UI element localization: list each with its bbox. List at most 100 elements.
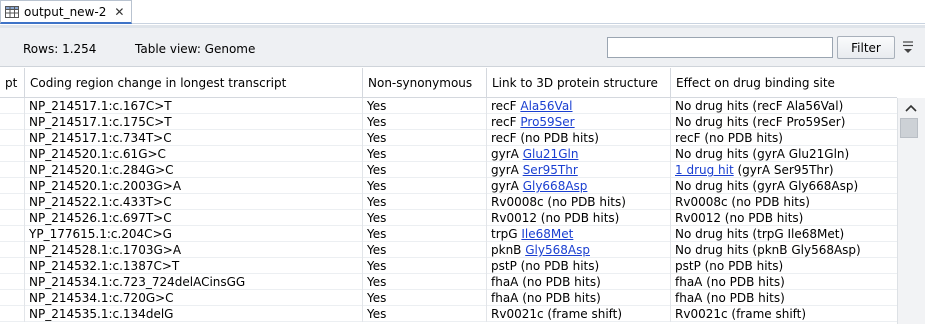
gene-label: Rv0008c (no PDB hits) [491,195,626,209]
filter-button[interactable]: Filter [837,36,895,59]
table-row[interactable]: NP_214532.1:c.1387C>T Yes pstP (no PDB hit… [0,258,897,274]
protein-structure-link[interactable]: Gly668Asp [523,179,588,193]
non-synonymous-cell: Yes [363,258,487,274]
table-row[interactable]: NP_214526.1:c.697T>C Yes Rv0012 (no PDB hi… [0,210,897,226]
non-synonymous-cell: Yes [363,290,487,306]
row-cell-truncated [0,178,25,194]
chevron-up-icon[interactable] [903,102,919,114]
drug-effect-suffix: (gyrA Ser95Thr) [733,163,834,177]
drug-effect-cell: recF (no PDB hits) [671,130,897,146]
gene-label: gyrA [491,163,523,177]
non-synonymous-cell: Yes [363,114,487,130]
gene-label: gyrA [491,179,523,193]
tab-strip: output_new-2 ✕ [0,0,925,24]
gene-label: recF (no PDB hits) [491,131,599,145]
table-row[interactable]: NP_214520.1:c.284G>C Yes gyrA Ser95Thr 1 dr… [0,162,897,178]
row-cell-truncated [0,274,25,290]
coding-change-cell: NP_214520.1:c.284G>C [25,162,363,178]
gene-label: recF [491,99,521,113]
gene-label: recF [491,115,521,129]
protein-structure-cell: recF Pro59Ser [487,114,671,130]
table-row[interactable]: NP_214517.1:c.167C>T Yes recF Ala56Val No d… [0,98,897,114]
non-synonymous-cell: Yes [363,242,487,258]
gene-label: Rv0021c (frame shift) [491,307,623,321]
protein-structure-link[interactable]: Ile68Met [521,227,573,241]
coding-change-cell: NP_214528.1:c.1703G>A [25,242,363,258]
table-view-label: Table view: Genome [135,42,256,56]
protein-structure-cell: gyrA Glu21Gln [487,146,671,162]
row-cell-truncated [0,130,25,146]
non-synonymous-cell: Yes [363,210,487,226]
table-row[interactable]: NP_214520.1:c.2003G>A Yes gyrA Gly668Asp No… [0,178,897,194]
coding-change-cell: NP_214534.1:c.723_724delACinsGG [25,274,363,290]
table-row[interactable]: NP_214520.1:c.61G>C Yes gyrA Glu21Gln No dr… [0,146,897,162]
drug-effect-cell: Rv0008c (no PDB hits) [671,194,897,210]
protein-structure-link[interactable]: Ala56Val [520,99,572,113]
coding-change-cell: NP_214517.1:c.175C>T [25,114,363,130]
protein-structure-cell: gyrA Gly668Asp [487,178,671,194]
drug-effect-text: fhaA (no PDB hits) [675,275,785,289]
column-header-drug-effect[interactable]: Effect on drug binding site [671,68,897,98]
table-body: NP_214517.1:c.167C>T Yes recF Ala56Val No d… [0,98,897,324]
non-synonymous-cell: Yes [363,194,487,210]
drug-hit-link[interactable]: 1 drug hit [675,163,734,177]
table-row[interactable]: NP_214517.1:c.175C>T Yes recF Pro59Ser No d… [0,114,897,130]
column-header-3d-link[interactable]: Link to 3D protein structure [487,68,671,98]
drug-effect-cell: Rv0012 (no PDB hits) [671,210,897,226]
row-cell-truncated [0,242,25,258]
vertical-scrollbar[interactable] [897,98,925,324]
non-synonymous-cell: Yes [363,226,487,242]
table-row[interactable]: NP_214517.1:c.734T>C Yes recF (no PDB hits… [0,130,897,146]
gene-label: fhaA (no PDB hits) [491,275,601,289]
drug-effect-text: No drug hits (pknB Gly568Asp) [675,243,861,257]
table-row[interactable]: NP_214522.1:c.433T>C Yes Rv0008c (no PDB h… [0,194,897,210]
non-synonymous-cell: Yes [363,98,487,114]
protein-structure-link[interactable]: Pro59Ser [520,115,574,129]
table-icon [5,5,19,18]
table-row[interactable]: NP_214528.1:c.1703G>A Yes pknB Gly568Asp No… [0,242,897,258]
table-info-bar: Rows: 1.254 Table view: Genome Filter [0,25,925,67]
non-synonymous-cell: Yes [363,274,487,290]
tab-title: output_new-2 [24,4,107,19]
table-row[interactable]: NP_214535.1:c.134delG Yes Rv0021c (frame s… [0,306,897,322]
menu-icon[interactable] [902,40,914,54]
close-icon[interactable]: ✕ [114,5,124,19]
drug-effect-text: No drug hits (recF Ala56Val) [675,99,844,113]
table-row[interactable]: NP_214534.1:c.723_724delACinsGG Yes fhaA (… [0,274,897,290]
coding-change-cell: NP_214517.1:c.167C>T [25,98,363,114]
column-header[interactable]: pt [0,68,25,98]
scroll-thumb[interactable] [900,118,918,138]
gene-label: pstP (no PDB hits) [491,259,600,273]
filter-input[interactable] [607,37,833,58]
drug-effect-text: recF (no PDB hits) [675,131,783,145]
row-cell-truncated [0,194,25,210]
table-row[interactable]: NP_214534.1:c.720G>C Yes fhaA (no PDB hits… [0,290,897,306]
tab-output[interactable]: output_new-2 ✕ [0,0,132,24]
coding-change-cell: NP_214522.1:c.433T>C [25,194,363,210]
drug-effect-text: No drug hits (gyrA Glu21Gln) [675,147,850,161]
coding-change-cell: NP_214534.1:c.720G>C [25,290,363,306]
drug-effect-cell: No drug hits (gyrA Glu21Gln) [671,146,897,162]
protein-structure-link[interactable]: Glu21Gln [523,147,579,161]
table-row[interactable]: YP_177615.1:c.204C>G Yes trpG Ile68Met No d… [0,226,897,242]
protein-structure-link[interactable]: Gly568Asp [525,243,590,257]
coding-change-cell: NP_214526.1:c.697T>C [25,210,363,226]
row-cell-truncated [0,114,25,130]
table-header: pt Coding region change in longest trans… [0,68,897,98]
row-cell-truncated [0,146,25,162]
row-cell-truncated [0,258,25,274]
non-synonymous-cell: Yes [363,162,487,178]
column-header-coding-change[interactable]: Coding region change in longest transcri… [25,68,363,98]
non-synonymous-cell: Yes [363,146,487,162]
row-count: Rows: 1.254 [23,42,97,56]
row-cell-truncated [0,162,25,178]
drug-effect-text: Rv0008c (no PDB hits) [675,195,810,209]
drug-effect-text: Rv0012 (no PDB hits) [675,211,804,225]
protein-structure-link[interactable]: Ser95Thr [523,163,578,177]
row-cell-truncated [0,98,25,114]
drug-effect-text: pstP (no PDB hits) [675,259,784,273]
protein-structure-cell: fhaA (no PDB hits) [487,290,671,306]
coding-change-cell: NP_214535.1:c.134delG [25,306,363,322]
protein-structure-cell: trpG Ile68Met [487,226,671,242]
column-header-non-synonymous[interactable]: Non-synonymous [363,68,487,98]
